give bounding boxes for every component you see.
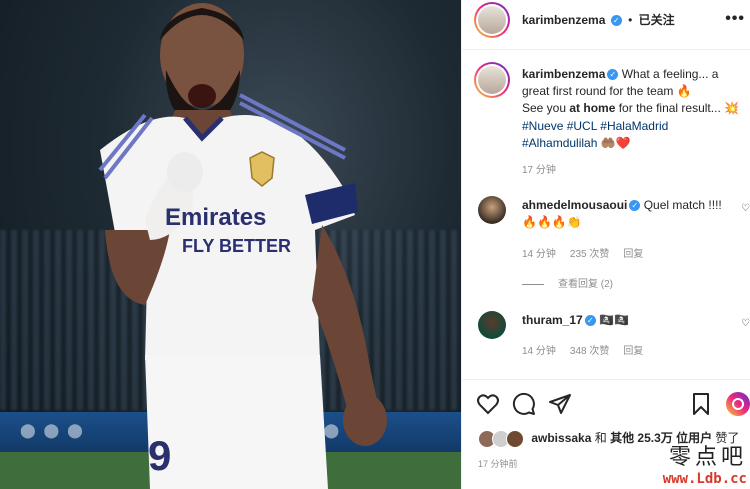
watermark-cn: 零点吧 <box>668 445 747 470</box>
comment-2-time[interactable]: 14 分钟 <box>522 346 556 357</box>
comment-2-like-icon[interactable]: ♡ <box>741 318 750 329</box>
commenter-avatar[interactable] <box>478 196 506 224</box>
header-user-row: karimbenzema ✓ • 已关注 <box>522 11 675 28</box>
liker-username[interactable]: awbissaka <box>531 431 591 445</box>
jersey-sponsor-line2: FLY BETTER <box>182 236 291 256</box>
comment-2-meta: 14 分钟 348 次赞 回复 <box>522 342 657 357</box>
post-caption: karimbenzema ✓ What a feeling... a great … <box>522 66 744 152</box>
verified-badge-icon: ✓ <box>610 15 622 27</box>
caption-line2-before: See you <box>522 101 570 116</box>
more-options-icon[interactable]: ••• <box>725 10 745 28</box>
caption-avatar[interactable] <box>474 62 510 98</box>
share-send-icon[interactable] <box>548 392 572 416</box>
reels-shortcut-icon[interactable] <box>726 392 750 416</box>
comment-1-likes[interactable]: 235 次赞 <box>570 249 609 260</box>
liker-avatars <box>478 429 528 448</box>
caption-time[interactable]: 17 分钟 <box>522 161 556 176</box>
commenter-avatar[interactable] <box>478 311 506 339</box>
caption-username[interactable]: karimbenzema <box>522 67 605 81</box>
comment-2: thuram_17 ✓ 🏴‍☠️🏴‍☠️ <box>522 312 722 329</box>
post-header: karimbenzema ✓ • 已关注 ••• <box>462 0 750 50</box>
comment-2-reply[interactable]: 回复 <box>623 346 643 357</box>
view-replies-label[interactable]: 查看回复 (2) <box>558 279 613 290</box>
post-photo[interactable]: ⬤ ⬤ ⬤ ⬤ ⬤ 9 Emirates FLY BETT <box>0 0 461 489</box>
caption-line2-bold: at home <box>569 101 616 116</box>
separator-dot: • <box>628 13 633 27</box>
caption-emoji: 🤲🏽❤️ <box>597 135 631 150</box>
watermark-url: www.Ldb.cc <box>662 471 747 487</box>
like-heart-icon[interactable] <box>476 392 500 416</box>
caption-hashtag-last[interactable]: #Alhamdulilah <box>522 136 597 150</box>
post-sidebar: karimbenzema ✓ • 已关注 ••• karimbenzema ✓ W… <box>461 0 750 489</box>
site-watermark: 零点吧 www.Ldb.cc <box>663 439 747 487</box>
post-time[interactable]: 17 分钟前 <box>478 457 518 470</box>
caption-hashtags[interactable]: #Nueve #UCL #HalaMadrid <box>522 119 668 133</box>
author-avatar[interactable] <box>474 2 510 38</box>
view-replies[interactable]: 查看回复 (2) <box>522 275 613 290</box>
likes-middle: 和 <box>591 431 611 445</box>
comment-2-text: 🏴‍☠️🏴‍☠️ <box>599 313 629 327</box>
comment-icon[interactable] <box>512 392 536 416</box>
player-figure: 9 Emirates FLY BETTER <box>98 3 387 489</box>
verified-badge-icon: ✓ <box>584 315 596 327</box>
comment-1-time[interactable]: 14 分钟 <box>522 249 556 260</box>
caption-line2-after: for the final result... 💥 <box>615 101 740 116</box>
jersey-sponsor-line1: Emirates <box>165 204 266 231</box>
post-actions: awbissaka 和 其他 25.3万 位用户 赞了 17 分钟前 零点吧 w… <box>462 379 750 489</box>
comment-2-username[interactable]: thuram_17 <box>522 313 583 327</box>
verified-badge-icon: ✓ <box>629 200 641 212</box>
comment-1-like-icon[interactable]: ♡ <box>741 203 750 214</box>
comment-2-likes[interactable]: 348 次赞 <box>570 346 609 357</box>
comment-1-meta: 14 分钟 235 次赞 回复 <box>522 245 657 260</box>
verified-badge-icon: ✓ <box>607 69 619 81</box>
comment-1-username[interactable]: ahmedelmousaoui <box>522 198 627 212</box>
author-username[interactable]: karimbenzema <box>522 13 605 27</box>
replies-divider <box>522 283 544 285</box>
bookmark-icon[interactable] <box>689 392 713 416</box>
jersey-number: 9 <box>148 432 171 479</box>
following-button[interactable]: 已关注 <box>639 13 675 27</box>
comment-1-reply[interactable]: 回复 <box>623 249 643 260</box>
comment-1: ahmedelmousaoui ✓ Quel match !!!!🔥🔥🔥👏 <box>522 197 722 231</box>
